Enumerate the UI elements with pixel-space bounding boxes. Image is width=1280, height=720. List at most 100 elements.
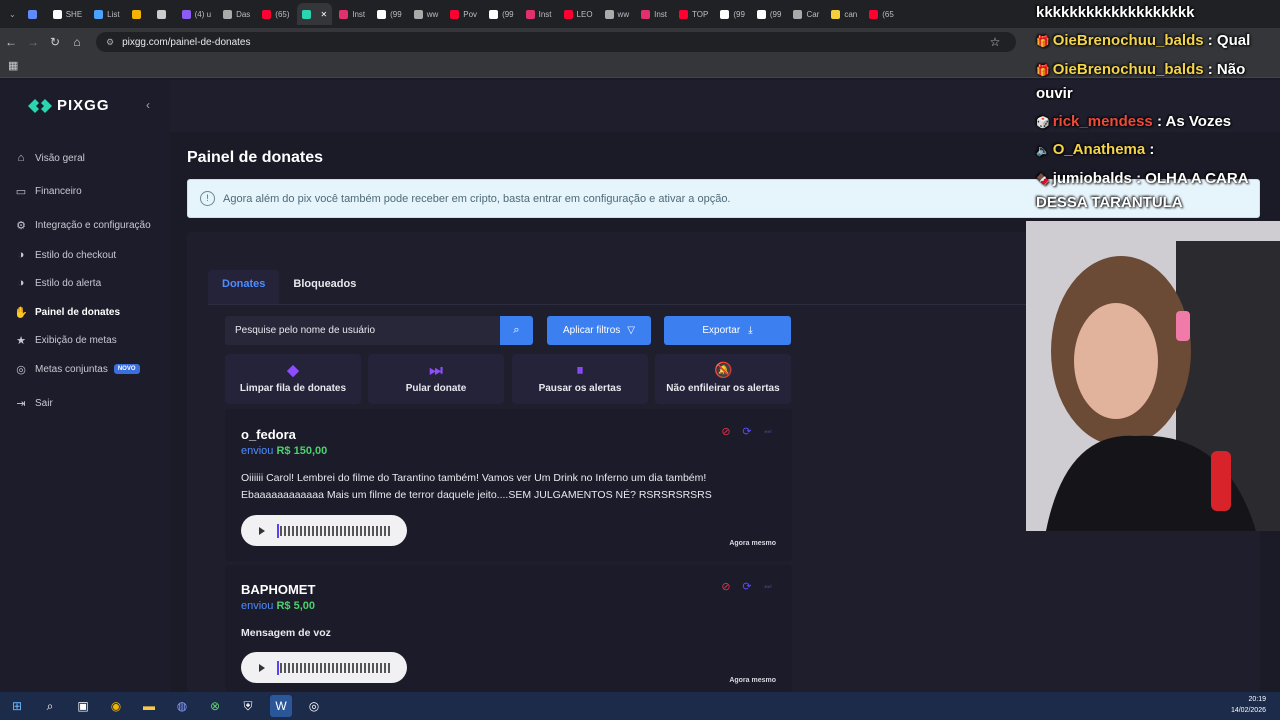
- browser-tab[interactable]: ww: [409, 3, 444, 25]
- sidebar-item-painel-donates[interactable]: ✋ Painel de donates: [14, 305, 120, 319]
- browser-tab[interactable]: (99: [752, 3, 787, 25]
- browser-tab[interactable]: Inst: [334, 3, 370, 25]
- browser-tab[interactable]: Car: [788, 3, 824, 25]
- sidebar-item-sair[interactable]: ⇥ Sair: [14, 396, 52, 410]
- browser-tab[interactable]: [152, 3, 175, 25]
- tab-favicon-icon: [450, 9, 460, 19]
- browser-tab[interactable]: [127, 3, 150, 25]
- browser-tab[interactable]: (4) u: [177, 3, 216, 25]
- browser-tab[interactable]: can: [826, 3, 862, 25]
- palette-icon: ◑: [17, 249, 25, 261]
- pause-alerts-button[interactable]: ⏸ Pausar os alertas: [512, 354, 648, 404]
- browser-tab[interactable]: TOP: [674, 3, 713, 25]
- browser-tab[interactable]: SHE: [48, 3, 87, 25]
- audio-player[interactable]: [241, 652, 407, 683]
- tab-favicon-icon: [27, 9, 37, 19]
- forward-icon[interactable]: →: [22, 35, 44, 49]
- chat-username: OieBrenochuu_balds: [1052, 61, 1204, 78]
- browser-tab[interactable]: (65: [864, 3, 899, 25]
- site-info-icon[interactable]: ⚙: [106, 37, 114, 48]
- clear-queue-button[interactable]: ◆ Limpar fila de donates: [225, 354, 361, 404]
- search-input[interactable]: Pesquise pelo nome de usuário: [225, 316, 533, 345]
- apply-filters-button[interactable]: Aplicar filtros ▽: [547, 316, 651, 345]
- security-icon[interactable]: ⛨: [237, 695, 259, 717]
- sidebar-item-exibicao-metas[interactable]: ★ Exibição de metas: [14, 333, 117, 347]
- browser-tab[interactable]: ww: [600, 3, 635, 25]
- tab-list-button[interactable]: ⌄: [4, 3, 21, 25]
- browser-tab[interactable]: ✕: [296, 3, 333, 25]
- tab-bloqueados[interactable]: Bloqueados: [279, 270, 370, 304]
- play-icon[interactable]: [259, 663, 265, 672]
- collapse-sidebar-icon[interactable]: ‹: [146, 98, 150, 112]
- block-icon[interactable]: ⊘: [720, 426, 732, 438]
- back-icon[interactable]: ←: [0, 35, 22, 49]
- donate-time: Agora mesmo: [729, 677, 776, 684]
- word-icon[interactable]: W: [270, 695, 292, 717]
- playhead[interactable]: [277, 523, 279, 538]
- url-field[interactable]: ⚙ pixgg.com/painel-de-donates: [96, 32, 1016, 52]
- audio-player[interactable]: [241, 515, 407, 546]
- reload-icon[interactable]: ↻: [44, 35, 66, 49]
- browser-tab[interactable]: [23, 3, 46, 25]
- sidebar-item-integracao[interactable]: ⚙ Integração e configuração: [14, 218, 151, 232]
- apps-icon[interactable]: ▦: [8, 59, 18, 72]
- browser-tab[interactable]: Das: [218, 3, 255, 25]
- dont-queue-alerts-button[interactable]: 🔕 Não enfileirar os alertas: [655, 354, 791, 404]
- system-clock[interactable]: 20:19 14/02/2026: [1231, 694, 1266, 716]
- windows-start-icon[interactable]: ⊞: [6, 695, 28, 717]
- sidebar-item-label: Metas conjuntas: [35, 363, 108, 375]
- browser-tab[interactable]: (99: [372, 3, 407, 25]
- browser-tab[interactable]: Inst: [521, 3, 557, 25]
- skip-icon: ⏭: [429, 362, 443, 379]
- browser-tab[interactable]: Inst: [636, 3, 672, 25]
- chrome-icon[interactable]: ◉: [105, 695, 127, 717]
- play-icon[interactable]: [259, 526, 265, 535]
- browser-tab[interactable]: List: [89, 3, 124, 25]
- skip-icon[interactable]: ⏭: [762, 426, 774, 438]
- folder-icon[interactable]: ▬: [138, 695, 160, 717]
- discord-icon[interactable]: ◍: [171, 695, 193, 717]
- browser-tab[interactable]: Pov: [445, 3, 482, 25]
- tab-favicon-icon: [156, 9, 166, 19]
- browser-tab[interactable]: LEO: [559, 3, 598, 25]
- skip-donate-button[interactable]: ⏭ Pular donate: [368, 354, 504, 404]
- skip-icon[interactable]: ⏭: [762, 581, 774, 593]
- sidebar-item-estilo-checkout[interactable]: ◑ Estilo do checkout: [14, 248, 117, 262]
- info-icon: !: [200, 191, 215, 206]
- browser-tab[interactable]: (99: [484, 3, 519, 25]
- sidebar-item-visao-geral[interactable]: ⌂ Visão geral: [14, 151, 85, 165]
- obs-icon[interactable]: ◎: [303, 695, 325, 717]
- new-badge: NOVO: [113, 364, 140, 374]
- chat-line: 🍫 jumiobalds : OLHA A CARA: [1036, 170, 1249, 187]
- sidebar-item-estilo-alerta[interactable]: ◑ Estilo do alerta: [14, 276, 101, 290]
- sidebar-item-metas-conjuntas[interactable]: ◎ Metas conjuntas NOVO: [14, 362, 140, 376]
- replay-icon[interactable]: ⟳: [741, 426, 753, 438]
- clear-queue-label: Limpar fila de donates: [239, 383, 347, 394]
- close-tab-icon[interactable]: ✕: [321, 10, 328, 19]
- task-view-icon[interactable]: ▣: [72, 695, 94, 717]
- pixgg-logo[interactable]: PIXGG: [28, 97, 110, 114]
- audio-waveform[interactable]: [280, 525, 392, 536]
- playhead[interactable]: [277, 660, 279, 675]
- tab-favicon-icon: [679, 9, 689, 19]
- home-icon[interactable]: ⌂: [66, 35, 88, 49]
- sidebar-item-financeiro[interactable]: ▭ Financeiro: [14, 184, 82, 198]
- search-icon[interactable]: ⌕: [39, 695, 61, 717]
- bell-off-icon: 🔕: [714, 362, 733, 379]
- audio-waveform[interactable]: [280, 662, 392, 673]
- browser-tab[interactable]: (65): [257, 3, 294, 25]
- bookmark-star-icon[interactable]: ☆: [984, 35, 1006, 49]
- tab-favicon-icon: [525, 9, 535, 19]
- chat-text: :: [1149, 141, 1155, 158]
- browser-tab[interactable]: (99: [715, 3, 750, 25]
- chat-username: rick_mendess: [1052, 113, 1153, 130]
- export-button[interactable]: Exportar ⤓: [664, 316, 791, 345]
- star-icon: ★: [16, 334, 26, 347]
- search-button[interactable]: ⌕: [500, 316, 533, 345]
- tab-title: TOP: [692, 9, 709, 19]
- replay-icon[interactable]: ⟳: [741, 581, 753, 593]
- tab-favicon-icon: [131, 9, 141, 19]
- block-icon[interactable]: ⊘: [720, 581, 732, 593]
- xbox-icon[interactable]: ⊗: [204, 695, 226, 717]
- tab-donates[interactable]: Donates: [208, 270, 280, 304]
